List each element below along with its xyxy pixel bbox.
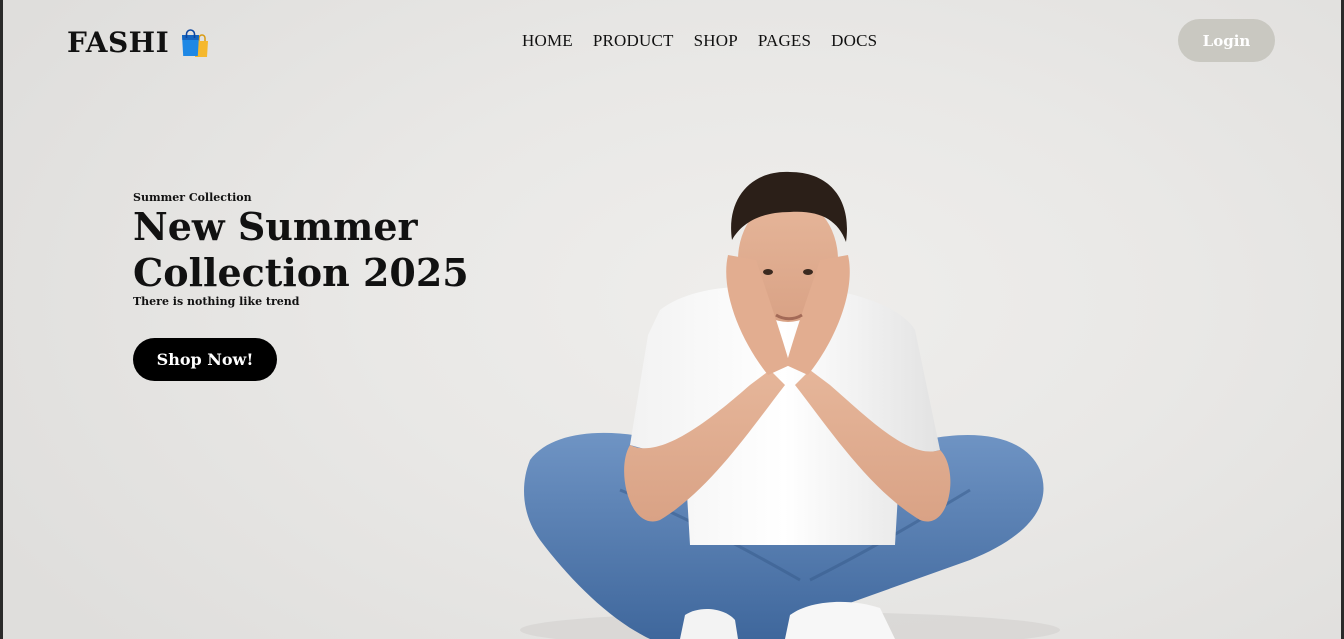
nav-item-pages[interactable]: PAGES	[758, 31, 811, 51]
hero-subtitle: There is nothing like trend	[133, 295, 300, 308]
window-edge-left	[0, 0, 3, 639]
nav-item-home[interactable]: HOME	[522, 31, 573, 51]
shopping-bags-icon	[182, 28, 209, 57]
hero-model-image	[520, 171, 1060, 639]
page: FASHI HOME PRODUCT SHOP PAGES DOCS Login…	[0, 0, 1344, 639]
nav-item-shop[interactable]: SHOP	[694, 31, 738, 51]
hero-eyebrow: Summer Collection	[133, 191, 252, 204]
hero-title: New Summer Collection 2025	[133, 204, 469, 295]
brand-name: FASHI	[67, 26, 170, 59]
login-button[interactable]: Login	[1178, 19, 1275, 62]
main-nav: HOME PRODUCT SHOP PAGES DOCS	[522, 31, 877, 51]
brand-logo[interactable]: FASHI	[67, 26, 211, 59]
shop-now-button[interactable]: Shop Now!	[133, 338, 277, 381]
nav-item-product[interactable]: PRODUCT	[593, 31, 674, 51]
nav-item-docs[interactable]: DOCS	[831, 31, 877, 51]
